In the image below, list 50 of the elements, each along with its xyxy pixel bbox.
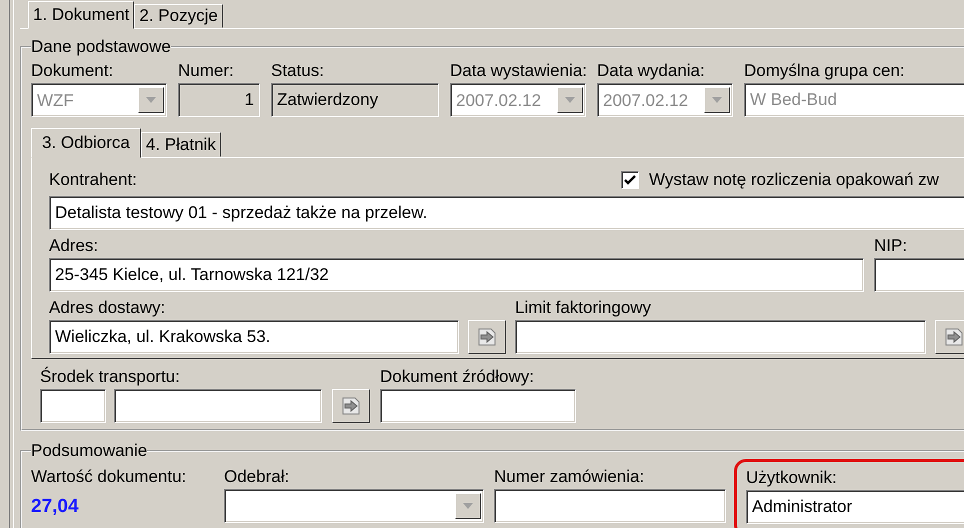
checkbox-label: Wystaw notę rozliczenia opakowań zw — [649, 170, 939, 190]
dropdown-button[interactable] — [455, 493, 481, 519]
field-label: Kontrahent: — [49, 170, 138, 190]
group-title: Dane podstawowe — [31, 37, 171, 57]
caret-icon — [463, 503, 473, 509]
caret-icon — [565, 97, 575, 103]
combo-box[interactable] — [224, 489, 484, 523]
field-label: Dokument źródłowy: — [380, 367, 536, 387]
tab[interactable]: 3. Odbiorca — [31, 128, 141, 158]
field-label: Limit faktoringowy — [515, 298, 652, 318]
caret-icon — [712, 97, 722, 103]
group-title: Podsumowanie — [31, 441, 148, 461]
field-label: Numer: — [178, 61, 235, 81]
text-field[interactable] — [40, 389, 106, 423]
document-value: 27,04 — [31, 495, 80, 519]
field-label: Użytkownik: — [746, 468, 838, 488]
text-field[interactable]: Detalista testowy 01 - sprzedaż także na przelew. — [49, 196, 964, 230]
caret-icon — [146, 97, 156, 103]
lookup-button[interactable] — [332, 389, 370, 423]
text-field[interactable] — [515, 320, 926, 354]
text-field[interactable] — [494, 489, 726, 523]
text-field[interactable] — [874, 258, 964, 292]
field-label: Data wydania: — [597, 61, 706, 81]
lookup-button[interactable] — [468, 320, 506, 354]
checkbox[interactable] — [621, 171, 639, 189]
field-label: Odebrał: — [224, 467, 290, 487]
text-field[interactable]: Wieliczka, ul. Krakowska 53. — [49, 320, 459, 354]
field-label: Numer zamówienia: — [494, 467, 646, 487]
lookup-button[interactable] — [935, 320, 964, 354]
tab[interactable]: 2. Pozycje — [134, 4, 223, 28]
tab[interactable]: 4. Płatnik — [140, 132, 221, 157]
tab[interactable]: 1. Dokument — [28, 1, 134, 29]
arrow-icon — [476, 327, 498, 347]
field-label: Adres: — [49, 236, 100, 256]
text-field[interactable] — [114, 389, 322, 423]
field-label: Data wystawienia: — [450, 61, 586, 81]
field-label: Domyślna grupa cen: — [744, 61, 906, 81]
field-label: Środek transportu: — [40, 367, 181, 387]
arrow-icon — [943, 327, 964, 347]
readonly-field: 1 — [178, 83, 260, 117]
readonly-field: Zatwierdzony — [271, 83, 439, 117]
field-label: NIP: — [874, 236, 908, 256]
text-field[interactable]: Administrator — [746, 490, 964, 524]
text-field[interactable]: 25-345 Kielce, ul. Tarnowska 121/32 — [49, 258, 864, 292]
arrow-icon — [340, 396, 362, 416]
field-label: Dokument: — [31, 61, 114, 81]
field-label: Wartość dokumentu: — [31, 467, 188, 487]
field-label: Adres dostawy: — [49, 298, 166, 318]
field-label: Status: — [271, 61, 325, 81]
text-field[interactable] — [380, 389, 576, 423]
